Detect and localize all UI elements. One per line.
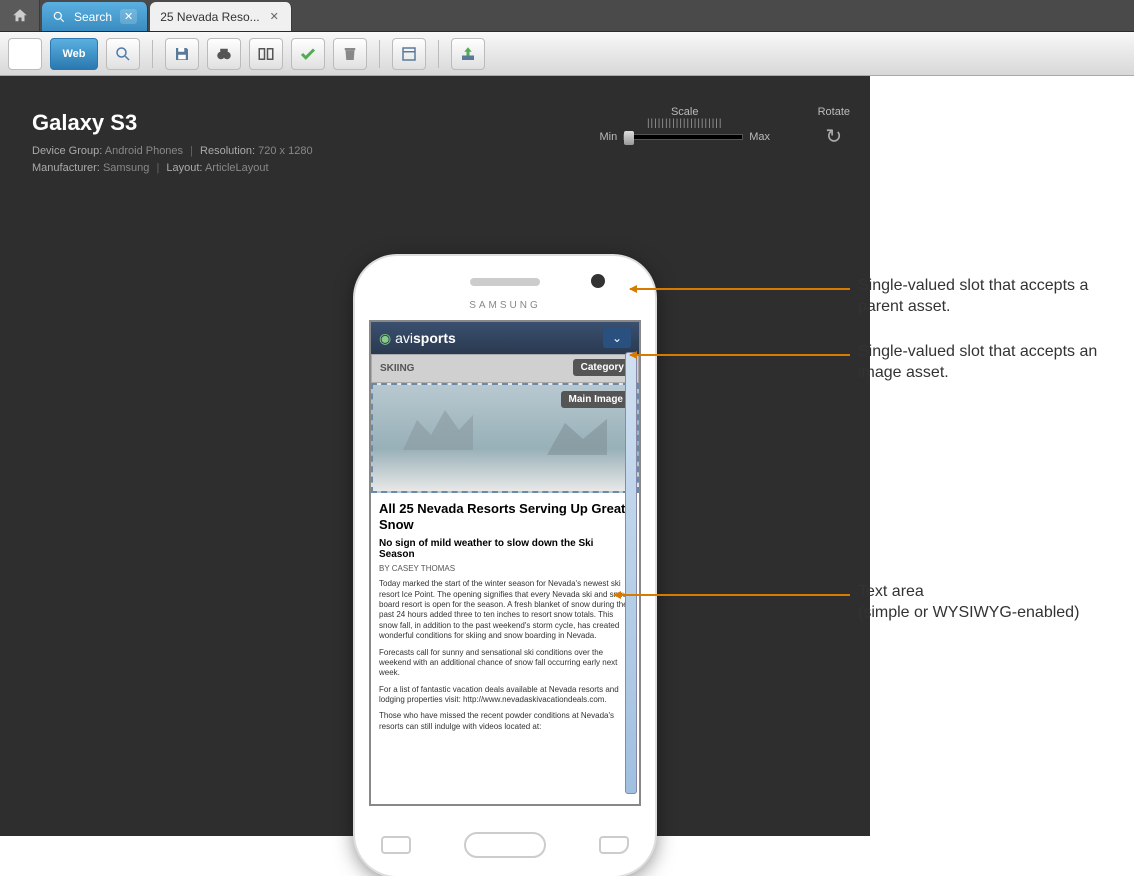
rotate-control: Rotate ↻ xyxy=(818,106,850,149)
document-tab-label: 25 Nevada Reso... xyxy=(160,10,259,24)
scale-ticks: ||||||||||||||||||||| xyxy=(599,118,770,129)
blank-button[interactable] xyxy=(8,38,42,70)
manufacturer-label: Manufacturer: xyxy=(32,162,100,174)
paragraph: Those who have missed the recent powder … xyxy=(379,711,631,732)
main-image-badge: Main Image xyxy=(561,391,631,408)
byline: BY CASEY THOMAS xyxy=(379,564,631,573)
device-name: Galaxy S3 xyxy=(32,106,313,139)
separator xyxy=(379,40,380,68)
back-softkey[interactable] xyxy=(599,836,629,854)
binoculars-icon xyxy=(215,45,233,63)
menu-button[interactable]: ⌄ xyxy=(603,328,631,348)
devices-button[interactable] xyxy=(249,38,283,70)
slider-thumb[interactable] xyxy=(624,131,634,145)
close-icon[interactable]: ✕ xyxy=(120,9,137,24)
category-slot[interactable]: SKIING Category xyxy=(371,354,639,383)
annotation-3: Text area (simple or WYSIWYG-enabled) xyxy=(858,582,1079,624)
menu-softkey[interactable] xyxy=(381,836,411,854)
devices-icon xyxy=(257,45,275,63)
search-tab-label: Search xyxy=(74,10,112,24)
main-image-slot[interactable]: Main Image xyxy=(371,383,639,493)
subheadline: No sign of mild weather to slow down the… xyxy=(379,538,631,560)
phone-camera xyxy=(591,274,605,288)
layout-value: ArticleLayout xyxy=(205,162,269,174)
resolution-value: 720 x 1280 xyxy=(258,145,312,157)
annotation-line xyxy=(614,594,850,596)
annotation-1: Single-valued slot that accepts a parent… xyxy=(858,276,1134,318)
rotate-icon[interactable]: ↻ xyxy=(818,124,850,149)
phone-brand: SAMSUNG xyxy=(355,300,655,311)
scale-control: Scale ||||||||||||||||||||| Min Max xyxy=(599,106,770,143)
layout-button[interactable] xyxy=(392,38,426,70)
paragraph: For a list of fantastic vacation deals a… xyxy=(379,685,631,706)
paragraph: Forecasts call for sunny and sensational… xyxy=(379,648,631,679)
search-tab[interactable]: Search ✕ xyxy=(42,2,148,31)
upload-icon xyxy=(459,45,477,63)
close-icon[interactable]: ✕ xyxy=(268,10,281,23)
web-mode-button[interactable]: Web xyxy=(50,38,98,70)
scale-slider[interactable] xyxy=(623,134,743,140)
search-icon xyxy=(52,10,66,24)
tab-bar: Search ✕ 25 Nevada Reso... ✕ xyxy=(0,0,1134,32)
approve-button[interactable] xyxy=(291,38,325,70)
category-badge: Category xyxy=(573,359,632,376)
save-icon xyxy=(173,45,191,63)
app-header: ◉ avisports ⌄ xyxy=(371,322,639,354)
annotation-2: Single-valued slot that accepts an image… xyxy=(858,342,1134,384)
device-info: Galaxy S3 Device Group: Android Phones |… xyxy=(32,106,313,176)
workspace: Galaxy S3 Device Group: Android Phones |… xyxy=(0,76,870,836)
check-icon xyxy=(299,45,317,63)
device-frame: SAMSUNG ◉ avisports ⌄ SKIING Category xyxy=(355,256,655,876)
annotation-line xyxy=(630,288,850,290)
group-label: Device Group: xyxy=(32,145,102,157)
rotate-label: Rotate xyxy=(818,106,850,118)
phone-speaker xyxy=(470,278,540,286)
min-label: Min xyxy=(599,131,617,143)
web-label: Web xyxy=(62,48,85,60)
upload-button[interactable] xyxy=(451,38,485,70)
search-icon xyxy=(114,45,132,63)
preview-button[interactable] xyxy=(207,38,241,70)
search-button[interactable] xyxy=(106,38,140,70)
max-label: Max xyxy=(749,131,770,143)
save-button[interactable] xyxy=(165,38,199,70)
layout-icon xyxy=(400,45,418,63)
category-text: SKIING xyxy=(380,363,414,374)
home-button[interactable] xyxy=(0,0,40,31)
separator xyxy=(438,40,439,68)
device-screen: ◉ avisports ⌄ SKIING Category Main Image… xyxy=(369,320,641,806)
scale-label: Scale xyxy=(599,106,770,118)
paragraph: Today marked the start of the winter sea… xyxy=(379,579,631,641)
chevron-down-icon: ⌄ xyxy=(612,331,622,345)
separator xyxy=(152,40,153,68)
resolution-label: Resolution: xyxy=(200,145,255,157)
delete-button[interactable] xyxy=(333,38,367,70)
manufacturer-value: Samsung xyxy=(103,162,149,174)
layout-label: Layout: xyxy=(166,162,202,174)
annotation-line xyxy=(630,354,850,356)
document-tab[interactable]: 25 Nevada Reso... ✕ xyxy=(150,2,292,31)
app-logo: ◉ avisports xyxy=(379,330,456,347)
headline: All 25 Nevada Resorts Serving Up Great S… xyxy=(379,501,631,532)
toolbar: Web xyxy=(0,32,1134,76)
home-icon xyxy=(11,7,29,25)
article-body[interactable]: All 25 Nevada Resorts Serving Up Great S… xyxy=(371,493,639,746)
trash-icon xyxy=(341,45,359,63)
group-value: Android Phones xyxy=(105,145,183,157)
